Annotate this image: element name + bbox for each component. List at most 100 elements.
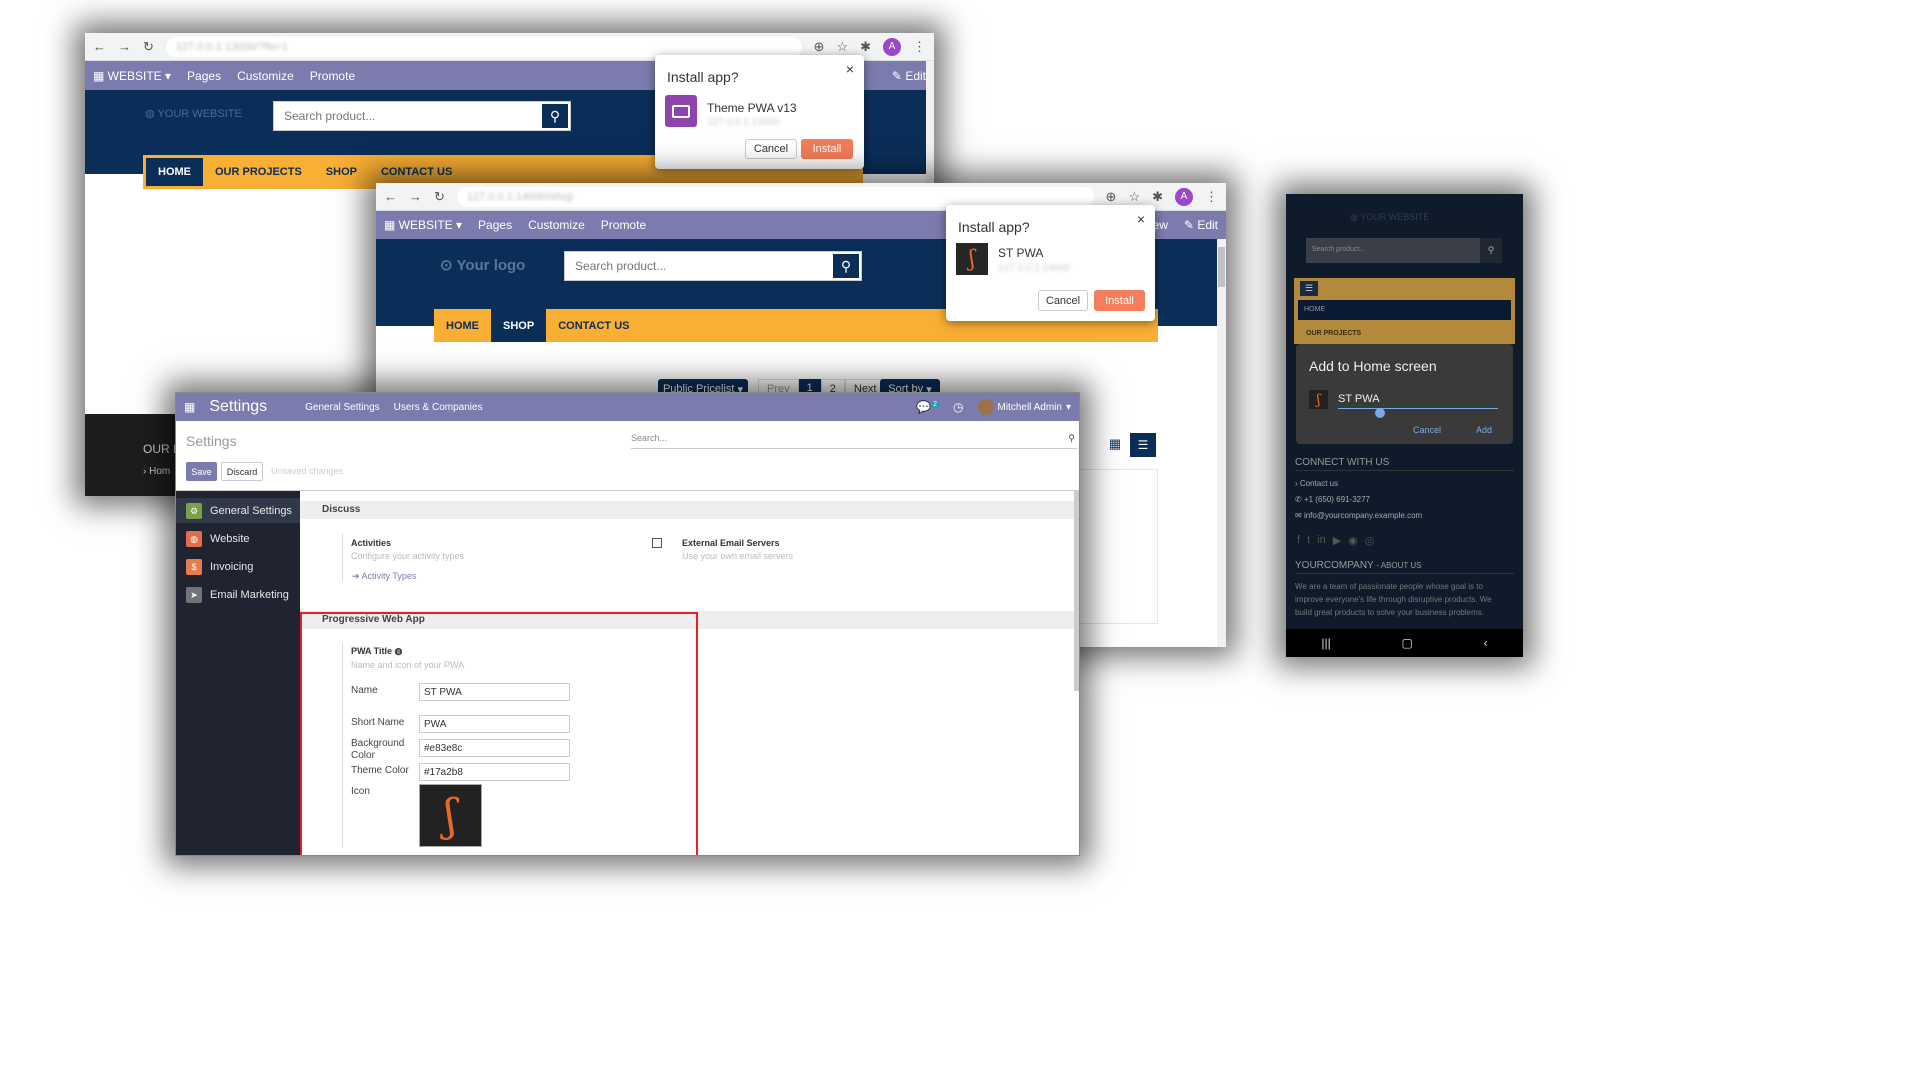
short-name-field[interactable]: PWA <box>419 715 570 733</box>
cancel-button[interactable]: Cancel <box>1413 425 1441 435</box>
theme-color-field[interactable]: #17a2b8 <box>419 763 570 781</box>
recents-icon[interactable]: ||| <box>1321 636 1330 650</box>
save-button[interactable]: Save <box>186 462 217 481</box>
discard-button[interactable]: Discard <box>221 462 263 481</box>
edit-button[interactable]: ✎ Edit <box>1184 218 1218 232</box>
activity-clock-icon[interactable]: ◷ <box>953 400 963 414</box>
chat-icon[interactable]: 💬 2 <box>916 400 940 414</box>
contact-link[interactable]: › Contact us <box>1295 479 1338 488</box>
about-text-3: build great products to solve your busin… <box>1295 608 1484 617</box>
address-bar[interactable]: 127.0.0.1:14000/shop <box>456 186 1094 207</box>
site-logo: ⊙ Your logo <box>440 257 526 274</box>
reload-icon[interactable]: ↻ <box>143 39 154 55</box>
youtube-icon[interactable]: ▶ <box>1333 534 1341 547</box>
list-view-icon[interactable]: ☰ <box>1130 433 1156 457</box>
customize-menu[interactable]: Customize <box>237 69 294 83</box>
dialog-title: Install app? <box>958 219 1030 235</box>
linkedin-icon[interactable]: in <box>1317 534 1326 547</box>
forward-icon[interactable]: → <box>409 189 422 204</box>
footer-link[interactable]: › Hom <box>143 466 170 477</box>
install-icon[interactable]: ⊕ <box>814 39 825 55</box>
vertical-rule <box>342 643 343 848</box>
back-icon[interactable]: ← <box>384 189 397 204</box>
menu-contact[interactable]: CONTACT US <box>546 309 641 342</box>
address-bar[interactable]: 127.0.0.1:13000/?fw=1 <box>165 36 802 57</box>
install-button[interactable]: Install <box>1094 290 1145 311</box>
search-input[interactable]: Search product... ⚲ <box>273 101 571 131</box>
menu-home[interactable]: HOME <box>1298 300 1511 320</box>
email-address[interactable]: ✉ info@yourcompany.example.com <box>1295 511 1422 520</box>
install-button[interactable]: Install <box>801 139 853 159</box>
search-button[interactable]: ⚲ <box>831 252 861 280</box>
menu-shop[interactable]: SHOP <box>491 309 547 342</box>
reload-icon[interactable]: ↻ <box>434 189 445 205</box>
extensions-icon[interactable]: ✱ <box>860 39 871 55</box>
name-field[interactable]: ST PWA <box>419 683 570 701</box>
back-icon[interactable]: ← <box>93 39 106 54</box>
tab-general-settings[interactable]: General Settings <box>305 402 380 413</box>
tab-users-companies[interactable]: Users & Companies <box>394 402 483 413</box>
customize-menu[interactable]: Customize <box>528 218 585 232</box>
website-menu[interactable]: ▦ WEBSITE ▾ <box>93 69 171 83</box>
extensions-icon[interactable]: ✱ <box>1152 189 1163 205</box>
hamburger-icon[interactable]: ☰ <box>1300 281 1318 296</box>
cancel-button[interactable]: Cancel <box>1038 290 1088 311</box>
back-icon[interactable]: ‹ <box>1484 636 1488 650</box>
sidebar-item-invoicing[interactable]: $ Invoicing <box>186 556 253 578</box>
menu-kebab-icon[interactable]: ⋮ <box>1205 189 1218 205</box>
star-icon[interactable]: ☆ <box>1128 189 1140 205</box>
activity-types-link[interactable]: ➔ Activity Types <box>352 571 416 582</box>
menu-shop[interactable]: SHOP <box>314 158 369 186</box>
facebook-icon[interactable]: f <box>1297 534 1300 547</box>
menu-kebab-icon[interactable]: ⋮ <box>913 39 926 55</box>
bg-color-field[interactable]: #e83e8c <box>419 739 570 757</box>
home-icon[interactable]: ▢ <box>1402 636 1413 650</box>
pages-menu[interactable]: Pages <box>478 218 512 232</box>
avatar <box>977 399 994 415</box>
close-icon[interactable]: × <box>1137 211 1145 227</box>
forward-icon[interactable]: → <box>118 39 131 54</box>
search-button[interactable]: ⚲ <box>540 102 570 130</box>
promote-menu[interactable]: Promote <box>601 218 646 232</box>
app-name-field[interactable]: ST PWA <box>1338 393 1380 405</box>
sidebar-item-website[interactable]: ◍ Website <box>186 528 250 550</box>
search-button[interactable]: ⚲ <box>1480 238 1502 263</box>
pwa-icon-image[interactable]: ʃ <box>419 784 482 847</box>
apps-menu-icon[interactable]: ▦ <box>184 400 195 414</box>
search-input[interactable]: Search product... ⚲ <box>564 251 862 281</box>
pages-menu[interactable]: Pages <box>187 69 221 83</box>
menu-contact[interactable]: CONTACT US <box>369 158 464 186</box>
avatar[interactable]: A <box>883 37 901 56</box>
close-icon[interactable]: × <box>846 61 854 77</box>
menu-home[interactable]: HOME <box>146 158 203 186</box>
avatar[interactable]: A <box>1175 187 1193 206</box>
menu-our-projects[interactable]: OUR PROJECTS <box>1306 330 1361 337</box>
user-menu[interactable]: Mitchell Admin ▾ <box>977 399 1071 415</box>
grid-view-icon[interactable]: ▦ <box>1104 433 1126 455</box>
website-menu[interactable]: ▦ WEBSITE ▾ <box>384 218 462 232</box>
scrollbar[interactable] <box>1217 239 1226 647</box>
menu-home[interactable]: HOME <box>434 309 491 342</box>
add-button[interactable]: Add <box>1476 425 1492 435</box>
github-icon[interactable]: ◉ <box>1348 534 1358 547</box>
menu-our-projects[interactable]: OUR PROJECTS <box>203 158 314 186</box>
scrollbar[interactable] <box>1074 491 1079 691</box>
star-icon[interactable]: ☆ <box>836 39 848 55</box>
install-icon[interactable]: ⊕ <box>1106 189 1117 205</box>
search-input[interactable]: Search... ⚲ <box>631 433 1077 449</box>
search-icon[interactable]: ⚲ <box>1068 433 1075 444</box>
promote-menu[interactable]: Promote <box>310 69 355 83</box>
paper-plane-icon: ➤ <box>186 587 202 603</box>
instagram-icon[interactable]: ◎ <box>1365 534 1375 547</box>
product-card[interactable] <box>1078 469 1158 624</box>
screenshot-phone: ◍ YOUR WEBSITE Search product... ⚲ ☰ HOM… <box>1286 194 1523 657</box>
search-input[interactable]: Search product... <box>1306 238 1480 263</box>
globe-icon: ◍ <box>394 646 403 656</box>
sidebar-item-general-settings[interactable]: ⚙ General Settings <box>186 500 292 522</box>
edit-button[interactable]: ✎ Edit <box>892 69 926 83</box>
ext-email-checkbox[interactable] <box>652 538 662 548</box>
twitter-icon[interactable]: t <box>1307 534 1310 547</box>
sidebar-item-email-marketing[interactable]: ➤ Email Marketing <box>186 584 289 606</box>
cancel-button[interactable]: Cancel <box>745 139 797 159</box>
text-cursor-handle[interactable] <box>1375 408 1385 418</box>
